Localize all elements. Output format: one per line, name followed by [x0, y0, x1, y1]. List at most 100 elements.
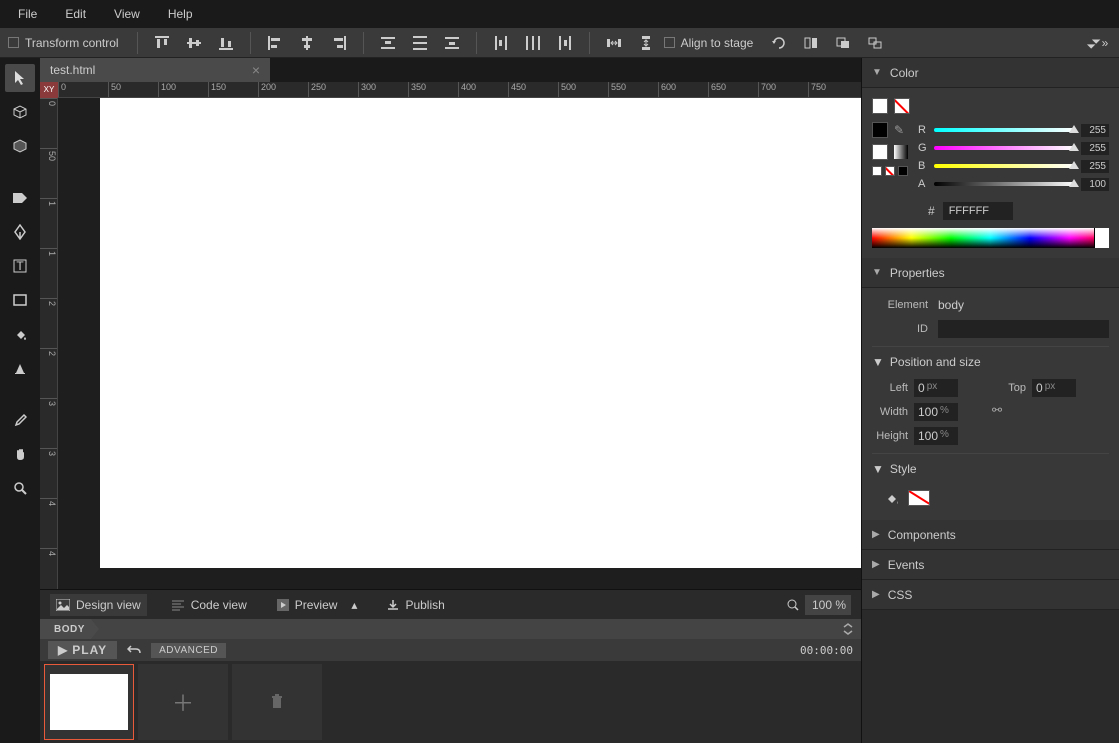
code-view-button[interactable]: Code view: [165, 594, 253, 616]
select-tool[interactable]: [5, 64, 35, 92]
g-slider[interactable]: [934, 146, 1075, 150]
distribute-hcenter-icon[interactable]: [519, 32, 547, 54]
center-column: test.html × XY 0501001502002503003504004…: [40, 58, 861, 743]
css-panel-header[interactable]: ▶ CSS: [862, 580, 1119, 610]
gradient-icon[interactable]: [894, 145, 908, 159]
style-header[interactable]: ▼Style: [872, 462, 1109, 476]
r-value[interactable]: 255: [1081, 124, 1109, 137]
position-size-header[interactable]: ▼Position and size: [872, 355, 1109, 369]
zoom-tool[interactable]: [5, 474, 35, 502]
3d-rotate-tool[interactable]: [5, 98, 35, 126]
id-input[interactable]: [938, 320, 1109, 338]
add-keyframe-button[interactable]: ＋: [138, 664, 228, 740]
menu-help[interactable]: Help: [154, 1, 207, 27]
height-input[interactable]: 100 %: [914, 427, 958, 445]
play-triangle-icon: ▶: [58, 643, 68, 657]
components-panel-header[interactable]: ▶ Components: [862, 520, 1119, 550]
zoom-input[interactable]: [805, 595, 851, 615]
align-bottom-icon[interactable]: [212, 32, 240, 54]
toolbar-more-icon[interactable]: »: [1083, 32, 1111, 54]
hex-input[interactable]: [943, 202, 1013, 220]
timeline-collapse-icon[interactable]: [841, 623, 855, 635]
ungroup-icon[interactable]: [861, 32, 889, 54]
pencil-icon[interactable]: ✎: [894, 123, 904, 137]
preview-button[interactable]: Preview ▴: [271, 594, 364, 616]
list-icon: [171, 599, 185, 611]
stage[interactable]: [100, 98, 861, 568]
properties-panel-header[interactable]: ▼ Properties: [862, 258, 1119, 288]
text-tool[interactable]: T: [5, 252, 35, 280]
menu-edit[interactable]: Edit: [51, 1, 100, 27]
spacing-h-icon[interactable]: [600, 32, 628, 54]
b-slider[interactable]: [934, 164, 1075, 168]
ruler-origin[interactable]: XY: [40, 82, 58, 98]
swatch-linear[interactable]: [872, 144, 888, 160]
spacing-v-icon[interactable]: [632, 32, 660, 54]
link-icon[interactable]: ⚯: [992, 403, 1002, 421]
left-input[interactable]: 0px: [914, 379, 958, 397]
align-to-stage-checkbox[interactable]: Align to stage: [664, 36, 754, 50]
distribute-top-icon[interactable]: [374, 32, 402, 54]
design-view-button[interactable]: Design view: [50, 594, 147, 616]
keyframe-1[interactable]: [44, 664, 134, 740]
menu-file[interactable]: File: [4, 1, 51, 27]
distribute-right-icon[interactable]: [551, 32, 579, 54]
tag-tool[interactable]: [5, 184, 35, 212]
a-slider[interactable]: [934, 182, 1075, 186]
breadcrumb: BODY: [40, 619, 861, 639]
rotate-cw-icon[interactable]: [765, 32, 793, 54]
swap-colors-icon[interactable]: [872, 166, 882, 176]
triangle-down-icon: ▼: [872, 67, 882, 78]
flip-h-icon[interactable]: [797, 32, 825, 54]
ruler-horizontal[interactable]: 0501001502002503003504004505005506006507…: [58, 82, 861, 98]
fill-swatch[interactable]: [872, 98, 888, 114]
align-right-icon[interactable]: [325, 32, 353, 54]
events-panel-header[interactable]: ▶ Events: [862, 550, 1119, 580]
top-input[interactable]: 0px: [1032, 379, 1076, 397]
color-spectrum[interactable]: [872, 228, 1109, 248]
delete-keyframe-button[interactable]: [232, 664, 322, 740]
publish-button[interactable]: Publish: [381, 594, 450, 616]
breadcrumb-body[interactable]: BODY: [40, 619, 99, 639]
hand-tool[interactable]: [5, 440, 35, 468]
align-hcenter-icon[interactable]: [293, 32, 321, 54]
document-tab[interactable]: test.html ×: [40, 58, 270, 82]
a-value[interactable]: 100: [1081, 178, 1109, 191]
g-value[interactable]: 255: [1081, 142, 1109, 155]
align-left-icon[interactable]: [261, 32, 289, 54]
align-top-icon[interactable]: [148, 32, 176, 54]
svg-text:T: T: [16, 259, 24, 273]
group-icon[interactable]: [829, 32, 857, 54]
tab-close-icon[interactable]: ×: [252, 62, 260, 78]
ink-tool[interactable]: [5, 354, 35, 382]
distribute-bottom-icon[interactable]: [438, 32, 466, 54]
3d-translate-tool[interactable]: [5, 132, 35, 160]
ruler-vertical[interactable]: 050112233445: [40, 98, 58, 589]
color-panel-body: ✎ R255 G255 B255 A100 #: [862, 88, 1119, 258]
tab-bar: test.html ×: [40, 58, 861, 82]
eyedropper-tool[interactable]: [5, 406, 35, 434]
undo-icon[interactable]: [127, 644, 141, 656]
r-slider[interactable]: [934, 128, 1075, 132]
advanced-button[interactable]: ADVANCED: [151, 643, 226, 658]
width-input[interactable]: 100 %: [914, 403, 958, 421]
bucket-icon[interactable]: [884, 491, 898, 505]
canvas-area[interactable]: XY 0501001502002503003504004505005506006…: [40, 82, 861, 589]
color-panel-header[interactable]: ▼ Color: [862, 58, 1119, 88]
distribute-vcenter-icon[interactable]: [406, 32, 434, 54]
align-vcenter-icon[interactable]: [180, 32, 208, 54]
fill-tool[interactable]: [5, 320, 35, 348]
transform-control-checkbox[interactable]: Transform control: [8, 36, 119, 50]
menu-bar: File Edit View Help: [0, 0, 1119, 28]
fill-color-swatch[interactable]: [908, 490, 930, 506]
swatch-solid[interactable]: [872, 122, 888, 138]
menu-view[interactable]: View: [100, 1, 154, 27]
rectangle-tool[interactable]: [5, 286, 35, 314]
pen-tool[interactable]: [5, 218, 35, 246]
image-icon: [56, 599, 70, 611]
b-value[interactable]: 255: [1081, 160, 1109, 173]
properties-panel-body: Element body ID ▼Position and size Left0…: [862, 288, 1119, 520]
play-button[interactable]: ▶ PLAY: [48, 641, 117, 659]
distribute-left-icon[interactable]: [487, 32, 515, 54]
stroke-swatch[interactable]: [894, 98, 910, 114]
